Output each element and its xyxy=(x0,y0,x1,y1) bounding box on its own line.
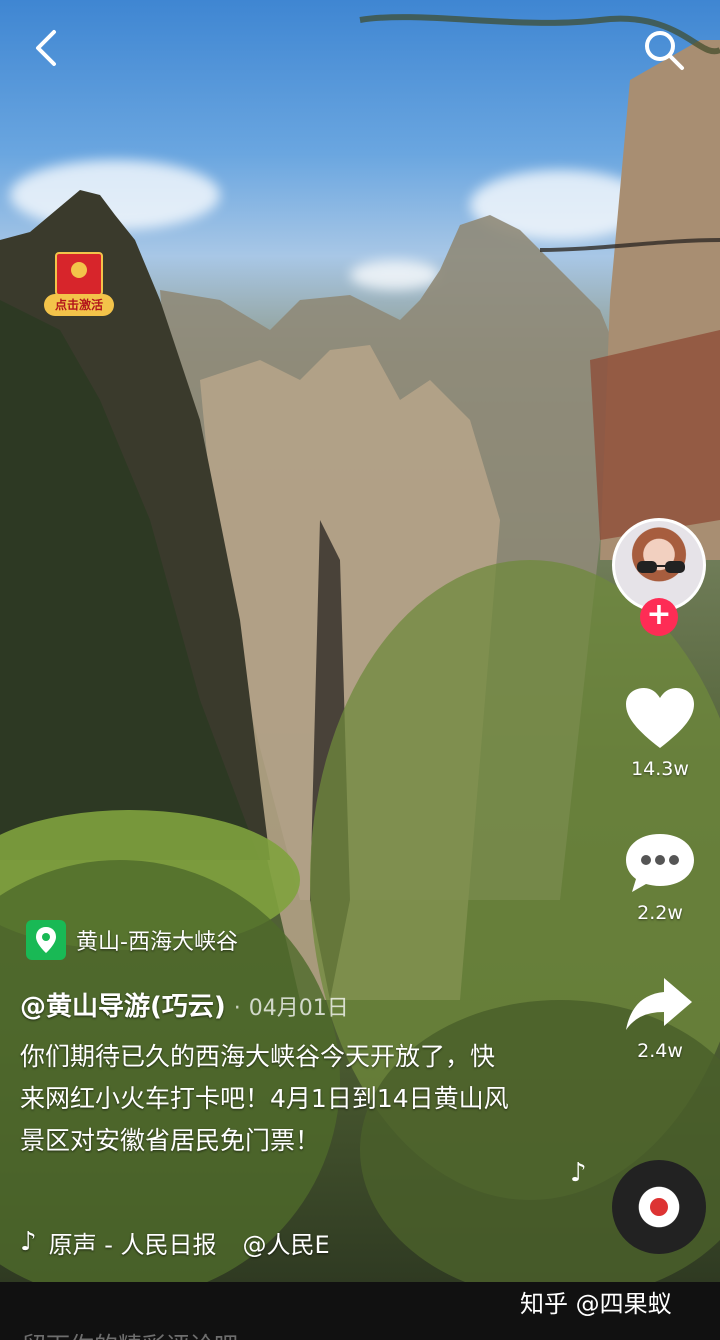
watermark: 知乎 @四果蚁 xyxy=(520,1290,672,1318)
comment-input-hint[interactable]: 留下你的精彩评论吧 xyxy=(22,1326,238,1340)
post-date: 04月01日 xyxy=(248,996,349,1021)
music-title: 原声 - 人民日报 xyxy=(48,1230,217,1259)
share-button[interactable]: 2.4w xyxy=(612,974,708,1062)
comment-button[interactable]: 2.2w xyxy=(612,830,708,924)
author-line: @黄山导游(巧云) · 04月01日 xyxy=(20,986,349,1026)
redpacket-label: 点击激活 xyxy=(44,294,114,316)
back-button[interactable] xyxy=(28,26,68,70)
redpacket-icon xyxy=(55,252,103,296)
music-mention: @人民E xyxy=(242,1230,330,1259)
comment-bubble-icon xyxy=(626,834,694,892)
heart-icon xyxy=(626,688,694,748)
search-button[interactable] xyxy=(640,26,688,74)
music-note-icon: ♪ xyxy=(570,1158,587,1188)
separator: · xyxy=(233,996,241,1021)
search-icon xyxy=(645,31,684,70)
post-caption: 你们期待已久的西海大峡谷今天开放了，快来网红小火车打卡吧！4月1日到14日黄山风… xyxy=(20,1042,509,1155)
redpacket-activate-button[interactable]: 点击激活 xyxy=(44,252,114,320)
comment-count: 2.2w xyxy=(637,902,683,924)
like-count: 14.3w xyxy=(631,758,689,780)
author-name[interactable]: @黄山导游(巧云) xyxy=(20,986,226,1023)
follow-button[interactable]: + xyxy=(640,598,678,636)
author-avatar-group: + xyxy=(612,518,708,636)
share-count: 2.4w xyxy=(637,1040,683,1062)
chevron-left-icon xyxy=(36,30,56,66)
location-name: 黄山-西海大峡谷 xyxy=(76,930,238,955)
music-line[interactable]: ♪ 原声 - 人民日报 @人民E xyxy=(20,1222,330,1262)
location-tag[interactable]: 黄山-西海大峡谷 xyxy=(26,918,238,962)
music-disc[interactable] xyxy=(612,1160,706,1254)
share-arrow-icon xyxy=(626,978,692,1030)
tiktok-note-icon: ♪ xyxy=(20,1227,37,1257)
like-button[interactable]: 14.3w xyxy=(612,686,708,780)
location-pin-icon xyxy=(26,920,66,960)
sunglasses-icon xyxy=(637,561,685,573)
